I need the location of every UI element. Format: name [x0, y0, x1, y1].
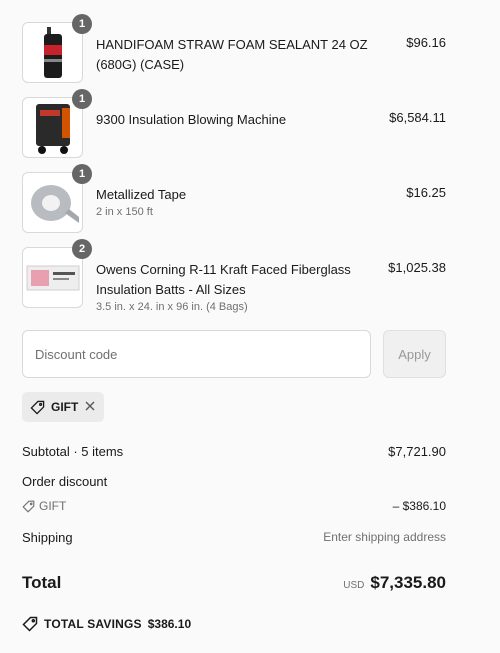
total-savings-value: $386.10: [147, 617, 192, 631]
line-item-variant: 3.5 in. x 24. in x 96 in. (4 Bags): [96, 301, 248, 313]
product-thumbnail-wrap: 2: [22, 239, 92, 308]
line-items-list: 1 HANDIFOAM STRAW FOAM SEALANT 24 OZ (68…: [22, 14, 446, 327]
line-item-info: Metallized Tape 2 in x 150 ft: [83, 172, 396, 218]
total-amount-group: USD $7,335.80: [343, 573, 446, 593]
line-item-price: $96.16: [406, 35, 446, 50]
line-item-info: Owens Corning R-11 Kraft Faced Fiberglas…: [83, 247, 378, 313]
blowing-machine-image: [22, 97, 83, 158]
product-thumbnail-wrap: 1: [22, 89, 92, 158]
insulation-bag-image: [22, 247, 83, 308]
line-item-price: $1,025.38: [388, 260, 446, 275]
tag-icon: [22, 616, 38, 632]
currency-code: USD: [343, 580, 365, 591]
shipping-label: Shipping: [22, 529, 73, 545]
quantity-badge: 1: [72, 89, 92, 109]
quantity-badge: 1: [72, 164, 92, 184]
quantity-badge: 1: [72, 14, 92, 34]
line-item: 1 Metallized Tape 2 in x 150 ft $16.25: [22, 164, 446, 233]
foam-can-image: [22, 22, 83, 83]
tag-icon: [30, 400, 45, 415]
product-thumbnail-wrap: 1: [22, 14, 92, 83]
total-savings-label: TOTAL SAVINGS: [44, 617, 142, 631]
discount-code-row: Apply: [22, 330, 446, 378]
subtotal-row: Subtotal · 5 items $7,721.90: [22, 440, 446, 462]
line-item-title: Owens Corning R-11 Kraft Faced Fiberglas…: [96, 262, 351, 297]
close-icon[interactable]: [84, 400, 96, 414]
discount-value: – $386.10: [392, 499, 446, 513]
discount-code-row-summary: GIFT – $386.10: [22, 495, 446, 517]
tag-icon: [22, 500, 35, 513]
line-item-info: HANDIFOAM STRAW FOAM SEALANT 24 OZ (680G…: [83, 22, 396, 75]
line-item-title: HANDIFOAM STRAW FOAM SEALANT 24 OZ (680G…: [96, 37, 368, 72]
line-item-price: $6,584.11: [389, 110, 446, 125]
applied-discount-code: GIFT: [51, 400, 79, 414]
discount-code-input[interactable]: [22, 330, 371, 378]
line-item-info: 9300 Insulation Blowing Machine: [83, 97, 379, 130]
order-summary: Subtotal · 5 items $7,721.90 Order disco…: [22, 440, 446, 632]
shipping-row: Shipping Enter shipping address: [22, 526, 446, 548]
line-item-title: Metallized Tape: [96, 187, 187, 202]
line-item: 1 9300 Insulation Blowing Machine $6,584…: [22, 89, 446, 158]
product-thumbnail-wrap: 1: [22, 164, 92, 233]
apply-discount-button[interactable]: Apply: [383, 330, 446, 378]
subtotal-label: Subtotal · 5 items: [22, 443, 124, 459]
applied-discount-chip: GIFT: [22, 392, 105, 422]
subtotal-value: $7,721.90: [388, 443, 446, 459]
shipping-value: Enter shipping address: [323, 530, 446, 544]
order-discount-label: Order discount: [22, 473, 108, 489]
quantity-badge: 2: [72, 239, 92, 259]
line-item: 1 HANDIFOAM STRAW FOAM SEALANT 24 OZ (68…: [22, 14, 446, 83]
total-savings-row: TOTAL SAVINGS $386.10: [22, 616, 446, 632]
line-item-variant: 2 in x 150 ft: [96, 206, 153, 218]
total-label: Total: [22, 573, 62, 592]
line-item-price: $16.25: [406, 185, 446, 200]
order-discount-row: Order discount: [22, 470, 446, 492]
tape-roll-image: [22, 172, 83, 233]
total-value: $7,335.80: [370, 573, 446, 592]
total-row: Total USD $7,335.80: [22, 568, 446, 598]
line-item-title: 9300 Insulation Blowing Machine: [96, 112, 287, 127]
line-item: 2 Owens Corning R-11 Kraft Faced Fibergl…: [22, 239, 446, 313]
discount-code-label: GIFT: [39, 499, 67, 513]
